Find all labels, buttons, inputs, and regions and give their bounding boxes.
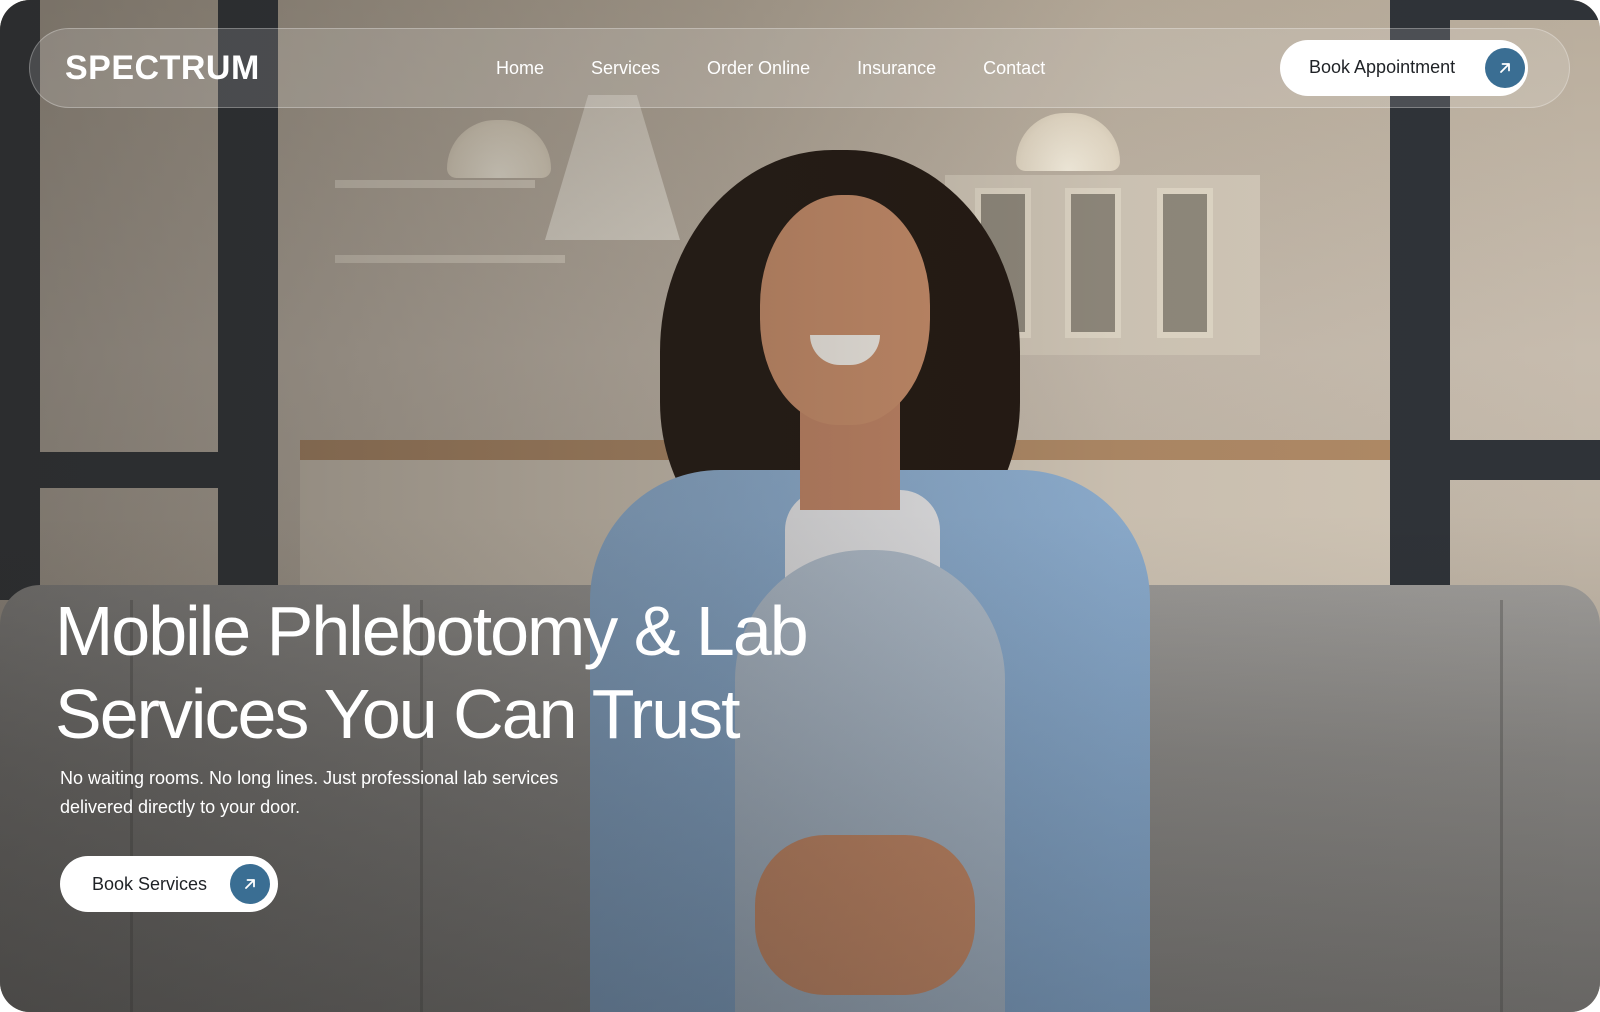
hero-headline-line-2: Services You Can Trust bbox=[55, 675, 741, 753]
hero-section: SPECTRUM Home Services Order Online Insu… bbox=[0, 0, 1600, 1012]
hero-subtext-line-1: No waiting rooms. No long lines. Just pr… bbox=[60, 768, 559, 788]
nav-link-contact[interactable]: Contact bbox=[983, 58, 1045, 79]
nav-links: Home Services Order Online Insurance Con… bbox=[496, 29, 1045, 107]
arrow-up-right-icon bbox=[1485, 48, 1525, 88]
top-navigation-bar: SPECTRUM Home Services Order Online Insu… bbox=[29, 28, 1570, 108]
image-overlay-bottom bbox=[0, 512, 1600, 1012]
book-services-button[interactable]: Book Services bbox=[60, 856, 278, 912]
nav-link-order-online[interactable]: Order Online bbox=[707, 58, 810, 79]
nav-link-insurance[interactable]: Insurance bbox=[857, 58, 936, 79]
nav-link-home[interactable]: Home bbox=[496, 58, 544, 79]
arrow-up-right-icon bbox=[230, 864, 270, 904]
hero-headline-line-1: Mobile Phlebotomy & Lab bbox=[55, 592, 809, 670]
book-appointment-button[interactable]: Book Appointment bbox=[1280, 40, 1528, 96]
book-services-label: Book Services bbox=[92, 874, 208, 894]
nav-link-services[interactable]: Services bbox=[591, 58, 660, 79]
hero-headline: Mobile Phlebotomy & Lab Services You Can… bbox=[55, 590, 955, 756]
book-appointment-label: Book Appointment bbox=[1309, 57, 1456, 77]
brand-logo[interactable]: SPECTRUM bbox=[65, 49, 260, 88]
hero-subtext: No waiting rooms. No long lines. Just pr… bbox=[60, 764, 620, 822]
hero-subtext-line-2: delivered directly to your door. bbox=[60, 797, 301, 817]
